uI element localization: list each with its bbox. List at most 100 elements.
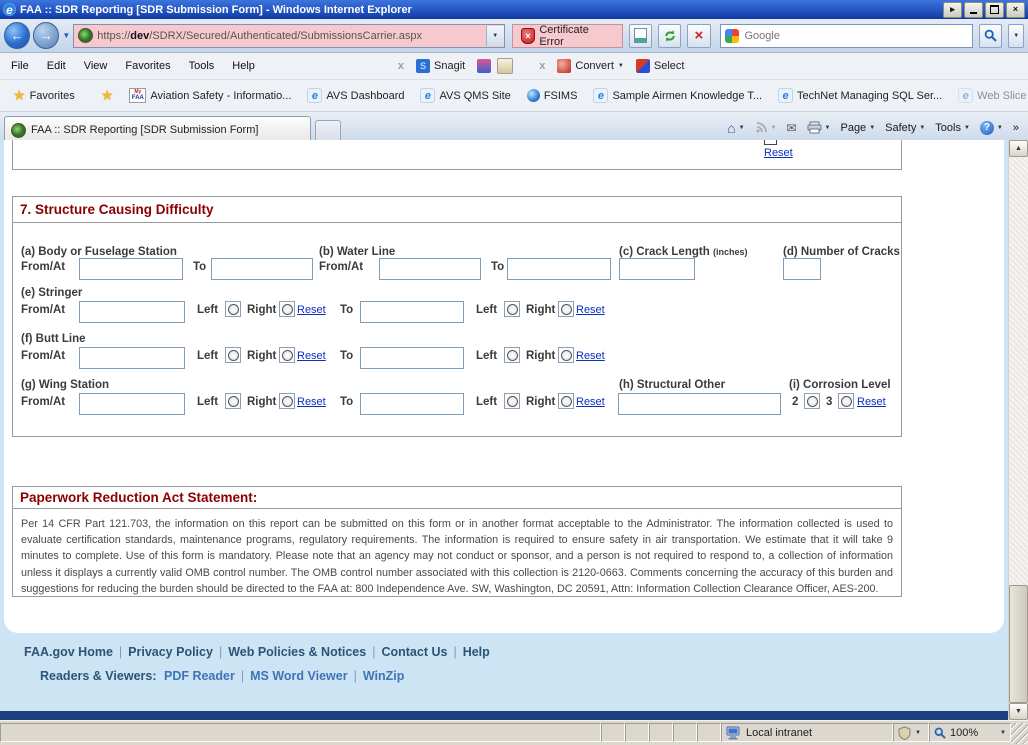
input-wing-station-from[interactable] [79,393,185,415]
input-stringer-from[interactable] [79,301,185,323]
reset-link-corrosion-level[interactable]: Reset [857,396,886,408]
radio-butt-line-from-left[interactable] [225,347,241,363]
protected-mode-segment[interactable]: ▼ [893,723,929,742]
toolbar-close-icon[interactable]: x [533,60,551,72]
footer-link-help[interactable]: Help [463,645,490,659]
radio-butt-line-to-left[interactable] [504,347,520,363]
favorite-link-fsims[interactable]: FSIMS [520,86,585,105]
input-wing-station-to[interactable] [360,393,464,415]
feeds-button[interactable]: ▼ [750,117,782,138]
radio-stringer-from-right[interactable] [279,301,295,317]
minimize-button[interactable] [964,2,983,18]
menu-view[interactable]: View [75,57,117,75]
search-input[interactable] [743,29,969,43]
input-butt-line-to[interactable] [360,347,464,369]
search-options-button[interactable]: ▼ [1008,24,1024,48]
snagit-profiles-icon[interactable] [477,59,491,73]
input-butt-line-from[interactable] [79,347,185,369]
footer-link-pdf-reader[interactable]: PDF Reader [164,669,235,683]
toolbar-overflow-chevron[interactable]: » [1008,118,1024,138]
resize-grip[interactable] [1011,723,1028,744]
favorite-link-avs-dashboard[interactable]: e AVS Dashboard [300,85,411,106]
radio-wing-station-to-left[interactable] [504,393,520,409]
radio-wing-station-from-right[interactable] [279,393,295,409]
web-slice-gallery-button[interactable]: e Web Slice Gallery ▼ [951,85,1028,106]
tools-menu-button[interactable]: Tools▼ [930,118,975,138]
scroll-down-button[interactable]: ▼ [1009,703,1028,720]
address-input[interactable]: https://dev/SDRX/Secured/Authenticated/S… [73,24,505,48]
page-menu-button[interactable]: Page▼ [835,118,880,138]
checkbox[interactable] [764,140,777,145]
titlebar-extra-button[interactable]: ▸ [943,2,962,18]
scroll-up-button[interactable]: ▲ [1009,140,1028,157]
certificate-error-badge[interactable]: × Certificate Error [512,24,623,48]
footer-link-winzip[interactable]: WinZip [363,669,405,683]
toolbar-close-icon[interactable]: x [392,60,410,72]
radio-stringer-to-right[interactable] [558,301,574,317]
input-body-station-to[interactable] [211,258,313,280]
radio-stringer-from-left[interactable] [225,301,241,317]
favorite-link-technet-sql[interactable]: e TechNet Managing SQL Ser... [771,85,949,106]
radio-wing-station-from-left[interactable] [225,393,241,409]
convert-button[interactable]: Convert ▼ [551,57,629,75]
page-icon [634,28,647,43]
input-crack-length[interactable] [619,258,695,280]
forward-button[interactable]: → [33,22,59,49]
zoom-control[interactable]: 100% ▼ [929,723,1011,742]
tab-sdr-reporting[interactable]: FAA :: SDR Reporting [SDR Submission For… [4,116,311,143]
menu-edit[interactable]: Edit [38,57,75,75]
history-dropdown-icon[interactable]: ▼ [62,32,70,40]
favorite-link-avs-qms[interactable]: e AVS QMS Site [413,85,517,106]
menu-help[interactable]: Help [223,57,264,75]
reset-link-butt-line-from[interactable]: Reset [297,350,326,362]
refresh-button[interactable] [658,24,681,48]
select-button[interactable]: Select [630,57,691,75]
safety-menu-button[interactable]: Safety▼ [880,118,930,138]
radio-butt-line-to-right[interactable] [558,347,574,363]
favorite-link-aviation-safety[interactable]: MyFAA Aviation Safety - Informatio... [122,85,298,106]
menu-file[interactable]: File [2,57,38,75]
favorite-link-airmen-knowledge[interactable]: e Sample Airmen Knowledge T... [586,85,769,106]
read-mail-button[interactable]: ✉ [781,117,801,139]
address-dropdown-button[interactable]: ▼ [486,26,504,46]
restore-button[interactable] [985,2,1004,18]
radio-butt-line-from-right[interactable] [279,347,295,363]
footer-link-contact[interactable]: Contact Us [381,645,447,659]
reset-link-stringer-to[interactable]: Reset [576,304,605,316]
footer-link-privacy[interactable]: Privacy Policy [128,645,213,659]
input-water-line-from[interactable] [379,258,481,280]
help-button[interactable]: ? ▼ [975,117,1008,139]
snagit-editor-icon[interactable] [497,58,513,74]
reset-link-wing-station-to[interactable]: Reset [576,396,605,408]
radio-stringer-to-left[interactable] [504,301,520,317]
menu-favorites[interactable]: Favorites [116,57,179,75]
input-stringer-to[interactable] [360,301,464,323]
search-button[interactable] [979,24,1002,48]
menu-tools[interactable]: Tools [180,57,224,75]
vertical-scrollbar[interactable]: ▲ ▼ [1008,140,1028,720]
reset-link-wing-station-from[interactable]: Reset [297,396,326,408]
radio-wing-station-to-right[interactable] [558,393,574,409]
reset-link-stringer-from[interactable]: Reset [297,304,326,316]
print-button[interactable]: ▼ [802,117,836,138]
stop-button[interactable]: × [687,24,710,48]
reset-link-previous[interactable]: Reset [764,147,793,159]
reset-link-butt-line-to[interactable]: Reset [576,350,605,362]
input-structural-other[interactable] [618,393,781,415]
snagit-button[interactable]: S Snagit [410,57,471,75]
scrollbar-thumb[interactable] [1009,585,1028,703]
radio-corrosion-level-2[interactable] [804,393,820,409]
add-favorite-button[interactable]: ★ [94,84,121,107]
home-button[interactable]: ⌂ ▼ [722,116,749,140]
favorites-button[interactable]: ★ Favorites [6,84,82,107]
close-button[interactable]: × [1006,2,1025,18]
input-number-of-cracks[interactable] [783,258,821,280]
footer-link-faa-home[interactable]: FAA.gov Home [24,645,113,659]
input-water-line-to[interactable] [507,258,611,280]
back-button[interactable]: ← [4,22,30,49]
radio-corrosion-level-3[interactable] [838,393,854,409]
footer-link-web-policies[interactable]: Web Policies & Notices [228,645,366,659]
footer-link-ms-word-viewer[interactable]: MS Word Viewer [250,669,347,683]
compatibility-view-button[interactable] [629,24,652,48]
input-body-station-from[interactable] [79,258,183,280]
